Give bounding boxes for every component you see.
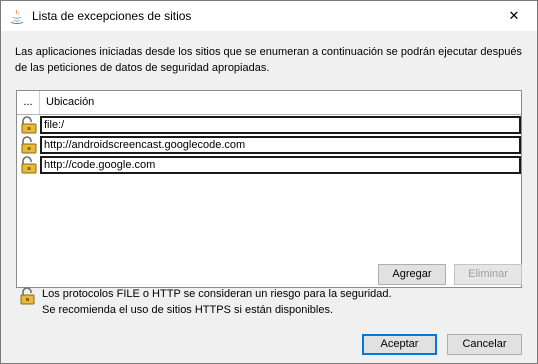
- lock-icon: [19, 156, 39, 174]
- table-row[interactable]: file:/: [18, 116, 521, 134]
- dialog-body: Las aplicaciones iniciadas desde los sit…: [1, 31, 537, 363]
- lock-icon: [19, 116, 39, 134]
- exception-site-table[interactable]: ... Ubicación file:/ http://androidscree…: [16, 90, 522, 288]
- location-cell[interactable]: http://androidscreencast.googlecode.com: [40, 136, 521, 154]
- location-cell[interactable]: file:/: [40, 116, 521, 134]
- warning-text: Los protocolos FILE o HTTP se consideran…: [42, 286, 442, 318]
- table-row[interactable]: http://code.google.com: [18, 156, 521, 174]
- warning-line-2: Se recomienda el uso de sitios HTTPS si …: [42, 304, 334, 316]
- cancel-button[interactable]: Cancelar: [447, 334, 522, 355]
- lock-icon: [18, 286, 38, 306]
- table-row[interactable]: http://androidscreencast.googlecode.com: [18, 136, 521, 154]
- title-bar: Lista de excepciones de sitios ✕: [1, 1, 537, 31]
- location-cell[interactable]: http://code.google.com: [40, 156, 521, 174]
- accept-button[interactable]: Aceptar: [362, 334, 437, 355]
- dialog-window: Lista de excepciones de sitios ✕ Las apl…: [0, 0, 538, 364]
- lock-icon: [19, 136, 39, 154]
- add-button[interactable]: Agregar: [378, 264, 446, 285]
- warning-line-1: Los protocolos FILE o HTTP se consideran…: [42, 288, 392, 300]
- close-button[interactable]: ✕: [491, 1, 537, 31]
- close-icon: ✕: [508, 8, 520, 23]
- window-title: Lista de excepciones de sitios: [32, 9, 192, 23]
- column-header-location[interactable]: Ubicación: [46, 91, 94, 114]
- remove-button[interactable]: Eliminar: [454, 264, 522, 285]
- table-header: ... Ubicación: [17, 91, 521, 115]
- java-app-icon: [9, 8, 25, 24]
- description-text: Las aplicaciones iniciadas desde los sit…: [15, 46, 522, 74]
- column-header-status[interactable]: ...: [17, 91, 40, 114]
